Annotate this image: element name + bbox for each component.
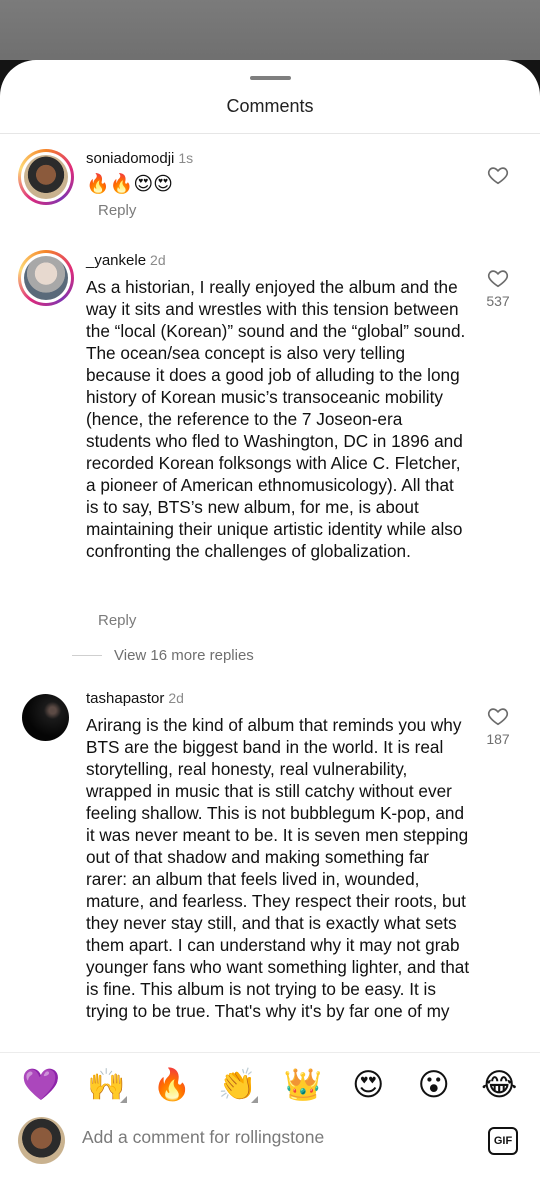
sheet-title: Comments <box>226 96 314 116</box>
reaction-crown[interactable]: 👑 <box>278 1063 328 1107</box>
comment-header: soniadomodji 1s <box>86 150 193 167</box>
avatar-image <box>24 155 68 199</box>
username[interactable]: tashapastor <box>86 690 164 707</box>
avatar[interactable] <box>18 250 74 306</box>
avatar[interactable] <box>18 149 74 205</box>
gif-icon[interactable]: GIF <box>488 1127 518 1155</box>
heart-outline-icon <box>487 167 509 185</box>
timestamp: 2d <box>168 690 184 706</box>
comments-sheet: Comments soniadomodji 1s 🔥🔥😍😍 Reply _yank… <box>0 60 540 1200</box>
reply-button[interactable]: Reply <box>98 612 136 629</box>
view-more-replies[interactable]: View 16 more replies <box>72 647 254 664</box>
skin-tone-indicator <box>251 1096 259 1103</box>
like-count: 537 <box>486 293 510 309</box>
reaction-surprised[interactable]: 😮 <box>409 1063 459 1107</box>
drag-handle[interactable] <box>250 76 291 80</box>
header-divider <box>0 133 540 134</box>
current-user-avatar <box>18 1117 65 1164</box>
heart-outline-icon <box>487 270 509 288</box>
reaction-heart-eyes[interactable]: 😍 <box>343 1063 393 1107</box>
like-button[interactable]: 187 <box>480 705 516 747</box>
avatar[interactable] <box>22 694 69 741</box>
comment-text: 🔥🔥😍😍 <box>86 174 173 195</box>
comment-text: Arirang is the kind of album that remind… <box>86 715 470 1021</box>
timestamp: 2d <box>150 252 166 268</box>
comment-input[interactable] <box>82 1127 462 1148</box>
reaction-fire[interactable]: 🔥 <box>147 1063 197 1107</box>
view-more-label: View 16 more replies <box>114 647 254 664</box>
like-button[interactable]: 537 <box>480 267 516 309</box>
reaction-purple-heart[interactable]: 💜 <box>16 1063 66 1107</box>
avatar-image <box>24 256 68 300</box>
reaction-raising-hands[interactable]: 🙌 <box>81 1063 131 1107</box>
username[interactable]: _yankele <box>86 252 146 269</box>
heart-outline-icon <box>487 708 509 726</box>
status-bar-area <box>0 0 540 62</box>
thread-line <box>72 655 102 656</box>
reply-button[interactable]: Reply <box>98 202 136 219</box>
composer-panel: 💜 🙌 🔥 👏 👑 😍 😮 😂 GIF <box>0 1052 540 1200</box>
comment-text: As a historian, I really enjoyed the alb… <box>86 277 466 561</box>
comment-header: _yankele 2d <box>86 252 166 269</box>
username[interactable]: soniadomodji <box>86 150 174 167</box>
timestamp: 1s <box>178 150 194 166</box>
comment-composer: GIF <box>0 1115 540 1175</box>
skin-tone-indicator <box>120 1096 128 1103</box>
quick-reaction-bar: 💜 🙌 🔥 👏 👑 😍 😮 😂 <box>0 1063 540 1107</box>
like-button[interactable] <box>480 164 516 186</box>
comment-header: tashapastor 2d <box>86 690 184 707</box>
like-count: 187 <box>486 731 510 747</box>
reaction-clapping[interactable]: 👏 <box>212 1063 262 1107</box>
reaction-laughing[interactable]: 😂 <box>474 1063 524 1107</box>
